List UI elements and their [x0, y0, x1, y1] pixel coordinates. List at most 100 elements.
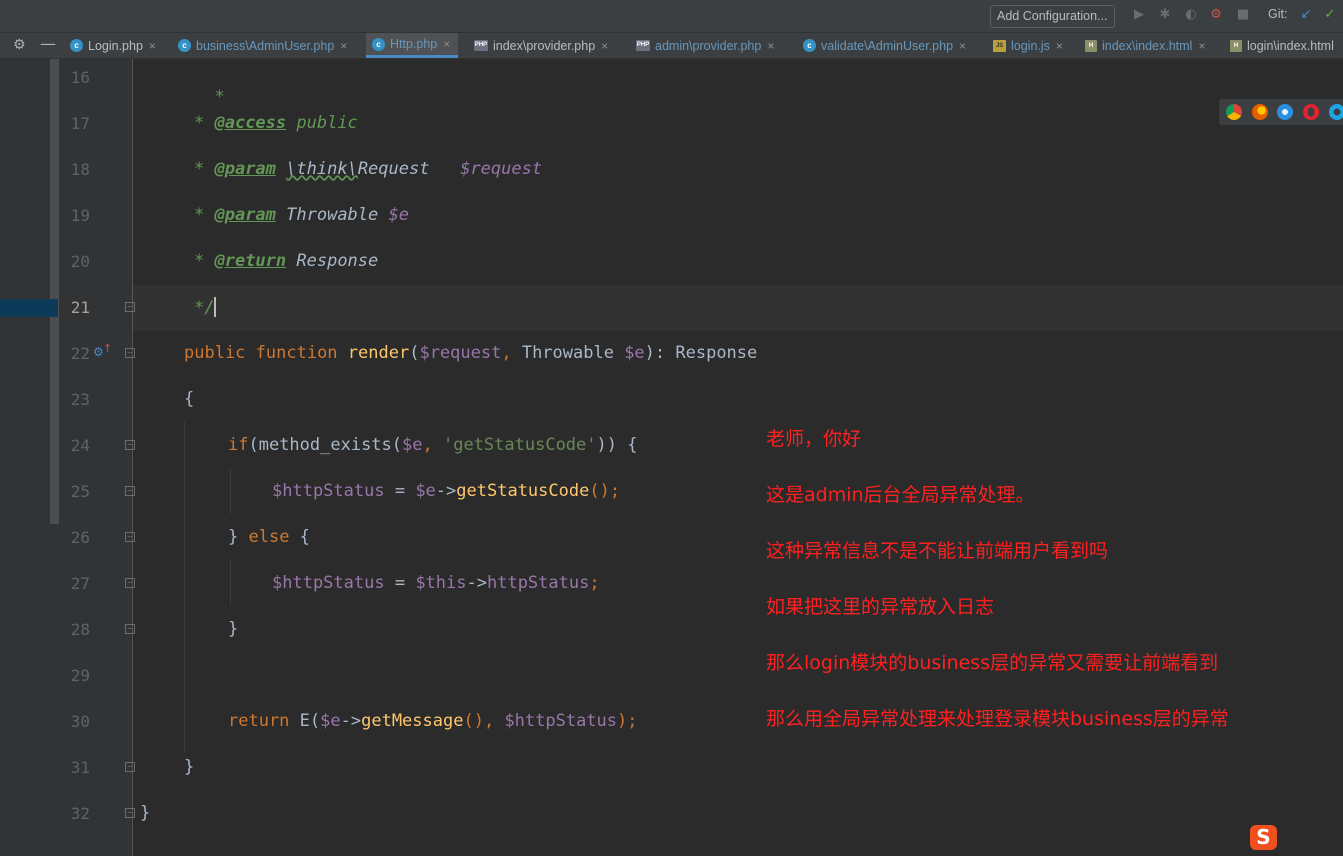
line-number: 32 [70, 804, 90, 823]
code-line-27[interactable]: $httpStatus = $this->httpStatus; [272, 573, 600, 593]
annotation-line: 这种异常信息不是不能让前端用户看到吗 [766, 540, 1109, 562]
close-icon[interactable]: × [601, 39, 608, 53]
code-token: } [228, 527, 249, 547]
safari-icon[interactable] [1277, 104, 1293, 120]
tab-label: validate\AdminUser.php [821, 38, 954, 53]
code-token: (method_exists( [248, 435, 403, 455]
annotation-line: 那么用全局异常处理来处理登录模块business层的异常 [766, 708, 1229, 730]
code-line-28[interactable]: } [228, 619, 238, 639]
minimize-icon[interactable]: — [40, 34, 56, 53]
line-number: 16 [70, 68, 90, 87]
fold-marker-icon[interactable]: − [125, 808, 135, 818]
tab-login-index-html[interactable]: H login\index.html [1230, 33, 1334, 58]
code-token: Response [286, 251, 379, 271]
tab-label: login.js [1011, 38, 1050, 53]
html-file-icon: H [1085, 39, 1097, 52]
fold-marker-icon[interactable]: − [125, 532, 135, 542]
tab-validate-adminuser-php[interactable]: c validate\AdminUser.php × [803, 33, 966, 58]
code-token: , [501, 343, 522, 363]
close-icon[interactable]: × [959, 39, 966, 53]
code-token: * [194, 113, 215, 133]
indent-guide [230, 468, 231, 514]
tab-label: business\AdminUser.php [196, 38, 335, 53]
git-label: Git: [1268, 7, 1288, 21]
tab-index-index-html[interactable]: H index\index.html × [1085, 33, 1205, 58]
code-line-30[interactable]: return E($e->getMessage(), $httpStatus); [228, 711, 638, 731]
code-token: @param [214, 159, 276, 179]
close-icon[interactable]: × [1198, 39, 1205, 53]
override-arrow-icon[interactable]: ↑ [103, 342, 112, 355]
close-icon[interactable]: × [149, 39, 156, 53]
firefox-icon[interactable] [1252, 104, 1268, 120]
close-icon[interactable]: × [340, 39, 347, 53]
add-configuration-button[interactable]: Add Configuration... [990, 5, 1115, 28]
fold-marker-icon[interactable]: − [125, 578, 135, 588]
chrome-icon[interactable] [1226, 104, 1242, 120]
close-icon[interactable]: × [767, 39, 774, 53]
code-line-21[interactable]: */ [194, 297, 217, 318]
code-token: (), [463, 711, 505, 731]
code-token: $httpStatus [272, 481, 385, 501]
code-token: render [347, 343, 410, 363]
fold-marker-icon[interactable]: − [125, 624, 135, 634]
line-number: 31 [70, 758, 90, 777]
close-icon[interactable]: × [1056, 39, 1063, 53]
ie-icon[interactable] [1329, 104, 1343, 120]
git-update-icon[interactable]: ↙ [1298, 7, 1314, 23]
code-line-32[interactable]: } [140, 803, 150, 823]
html-file-icon: H [1230, 39, 1242, 52]
tab-business-adminuser-php[interactable]: c business\AdminUser.php × [178, 33, 347, 58]
coverage-icon[interactable]: ◐ [1183, 7, 1199, 23]
tab-login-php[interactable]: c Login.php × [70, 33, 156, 58]
code-line-25[interactable]: $httpStatus = $e->getStatusCode(); [272, 481, 620, 501]
sogou-input-icon[interactable]: S [1250, 825, 1277, 850]
code-token: $e [402, 435, 423, 455]
code-token: $request [460, 159, 543, 179]
fold-marker-icon[interactable]: − [125, 302, 135, 312]
tab-login-js[interactable]: JS login.js × [993, 33, 1063, 58]
opera-icon[interactable] [1303, 104, 1319, 120]
git-commit-icon[interactable]: ✓ [1322, 7, 1338, 23]
profiler-icon[interactable]: ⚙ [1208, 7, 1224, 23]
code-token: 'getStatusCode' [442, 435, 597, 455]
gear-icon[interactable]: ⚙ [13, 37, 26, 53]
code-token: ): Response [644, 343, 758, 363]
code-line-23[interactable]: { [184, 389, 194, 409]
run-icon[interactable]: ▶ [1131, 7, 1147, 23]
code-token: getStatusCode [456, 481, 590, 501]
stop-icon[interactable]: ■ [1235, 7, 1251, 23]
line-number: 18 [70, 160, 90, 179]
code-line-31[interactable]: } [184, 757, 194, 777]
fold-marker-icon[interactable]: − [125, 762, 135, 772]
code-line-17[interactable]: * @access public [194, 113, 358, 133]
code-token: httpStatus [486, 573, 590, 593]
tab-admin-provider-php[interactable]: PHP admin\provider.php × [636, 33, 774, 58]
fold-marker-icon[interactable]: − [125, 486, 135, 496]
code-line-20[interactable]: * @return Response [194, 251, 378, 271]
line-number: 28 [70, 620, 90, 639]
line-number: 27 [70, 574, 90, 593]
line-number: 20 [70, 252, 90, 271]
tab-bar-controls: ⚙ — [0, 33, 62, 58]
code-token: $request [419, 343, 502, 363]
code-line-26[interactable]: } else { [228, 527, 310, 547]
code-line-24[interactable]: if(method_exists($e, 'getStatusCode')) { [228, 435, 637, 455]
tab-index-provider-php[interactable]: PHP index\provider.php × [474, 33, 608, 58]
code-line-16[interactable]: * [194, 67, 224, 107]
code-token: $e [320, 711, 341, 731]
scrollbar-thumb[interactable] [50, 59, 59, 524]
debug-icon[interactable]: ✱ [1157, 7, 1173, 23]
code-token: = [384, 481, 416, 501]
code-token: E( [289, 711, 321, 731]
code-token: $this [415, 573, 467, 593]
fold-marker-icon[interactable]: − [125, 440, 135, 450]
php-class-icon: c [178, 39, 191, 52]
code-line-22[interactable]: public function render($request, Throwab… [184, 343, 757, 363]
close-icon[interactable]: × [443, 37, 450, 51]
code-token: public [184, 343, 246, 363]
php-file-icon: PHP [636, 40, 650, 51]
fold-marker-icon[interactable]: − [125, 348, 135, 358]
code-line-19[interactable]: * @param Throwable $e [194, 205, 409, 225]
code-line-18[interactable]: * @param \think\Request $request [194, 159, 542, 179]
tab-http-php[interactable]: c Http.php × [366, 33, 459, 58]
